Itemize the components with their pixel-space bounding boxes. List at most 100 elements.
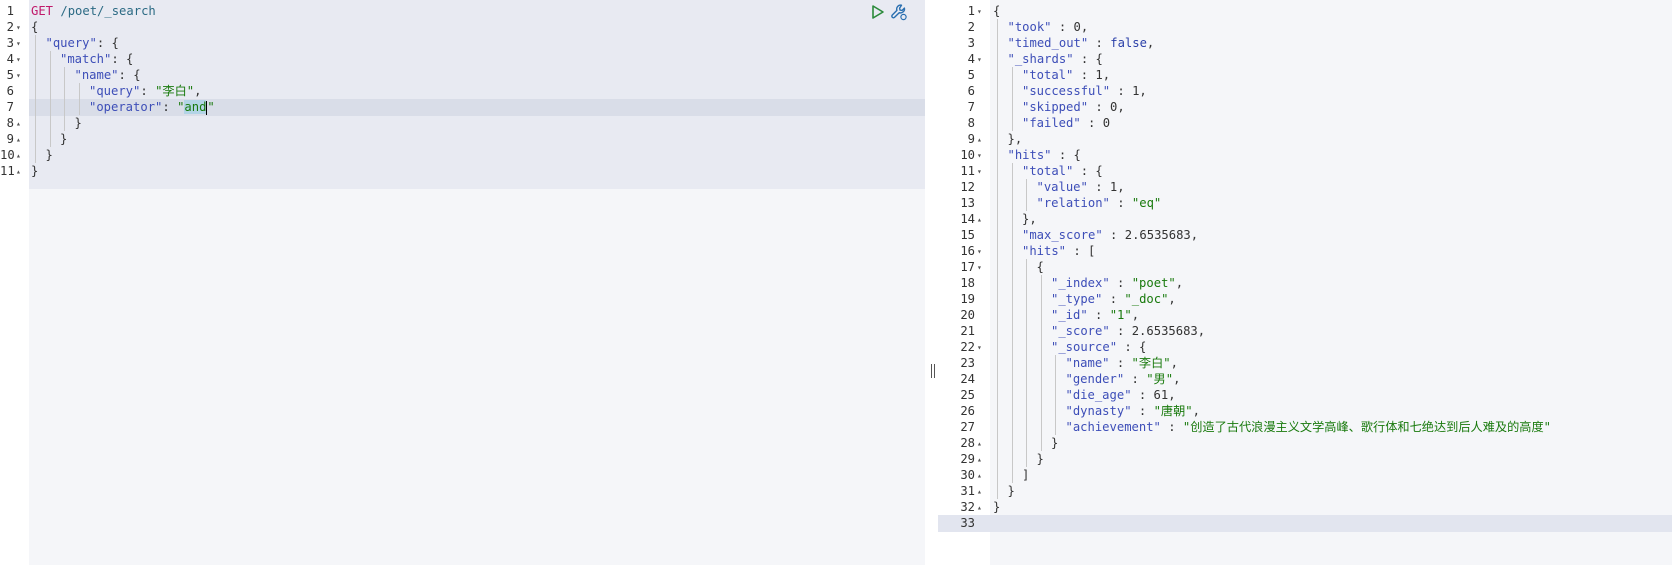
line-number-text: 25 [960,388,975,402]
fold-collapse-icon[interactable]: ▾ [977,51,982,68]
code-line: "total" : 1, [1022,67,1110,84]
indent-guide [1026,259,1027,467]
code-line: "timed_out" : false, [1008,35,1155,52]
line-number-text: 7 [967,100,975,114]
json-punctuation: : 1, [1110,84,1147,98]
json-key: "match" [60,52,112,66]
fold-expand-icon[interactable]: ▴ [16,163,21,180]
json-string: "poet" [1131,276,1176,290]
fold-collapse-icon[interactable]: ▾ [16,51,21,68]
json-punctuation: : 2.6535683, [1109,324,1206,338]
json-key: "_index" [1051,276,1110,290]
fold-collapse-icon[interactable]: ▾ [977,3,982,20]
code-line[interactable]: } [46,147,53,164]
line-number-text: 1 [967,4,975,18]
fold-expand-icon[interactable]: ▴ [16,131,21,148]
json-key: "_score" [1051,324,1110,338]
fold-collapse-icon[interactable]: ▾ [977,243,982,260]
line-number-text: 30 [960,468,975,482]
json-key: "die_age" [1065,388,1132,402]
line-number-text: 32 [960,500,975,514]
code-line: "_type" : "_doc", [1051,291,1176,308]
line-number-text: 14 [960,212,975,226]
json-key: "_id" [1051,308,1088,322]
code-line[interactable]: "query": "李白", [89,83,201,100]
json-key: "_shards" [1007,52,1074,66]
line-number-text: 10 [960,148,975,162]
fold-collapse-icon[interactable]: ▾ [977,259,982,276]
line-number-text: 12 [960,180,975,194]
code-line: "_id" : "1", [1051,307,1139,324]
request-editor-pane[interactable]: 1 GET /poet/_search 2 ▾{3 ▾ "query": {4 ▾ "matc… [0,0,925,565]
fold-collapse-icon[interactable]: ▾ [16,19,21,36]
json-punctuation: : 2.6535683, [1102,228,1199,242]
play-icon[interactable] [871,4,885,20]
json-punctuation: : [1087,308,1110,322]
json-punctuation: : 1, [1087,180,1125,194]
line-number-text: 26 [960,404,975,418]
json-punctuation: , [1192,404,1200,418]
code-line: "relation" : "eq" [1037,195,1162,212]
fold-collapse-icon[interactable]: ▾ [977,147,982,164]
code-line[interactable]: "operator": "and" [89,99,215,116]
line-number-text: 15 [960,228,975,242]
json-punctuation: : { [111,52,134,66]
fold-expand-icon[interactable]: ▴ [977,131,982,148]
json-string: "eq" [1131,196,1162,210]
json-key: "value" [1036,180,1088,194]
json-string: "李白" [155,84,195,98]
line-number-text: 24 [960,372,975,386]
line-number-text: 11 [960,164,975,178]
json-punctuation: , [1168,292,1176,306]
json-punctuation: { [31,20,39,34]
code-line[interactable]: } [31,163,38,180]
active-line-highlight [938,515,1672,532]
json-key: "total" [1022,164,1074,178]
fold-collapse-icon[interactable]: ▾ [16,35,21,52]
code-line[interactable]: "query": { [46,35,119,52]
json-punctuation: : [1160,420,1183,434]
line-number-text: 7 [6,100,14,114]
drag-grip-icon[interactable] [931,364,935,378]
indent-guide [49,51,51,147]
fold-expand-icon[interactable]: ▴ [977,483,982,500]
fold-expand-icon[interactable]: ▴ [977,451,982,468]
json-key: "name" [1065,356,1110,370]
code-line[interactable]: { [31,19,38,36]
json-punctuation: : { [1073,164,1103,178]
indent-guide [1055,355,1056,435]
line-number-text: 10 [0,148,15,162]
code-line: "max_score" : 2.6535683, [1022,227,1198,244]
pane-resize-handle[interactable] [926,0,938,565]
json-key: "failed" [1022,116,1081,130]
code-line: "_index" : "poet", [1051,275,1183,292]
code-line: { [993,3,1000,20]
json-key: "_type" [1051,292,1103,306]
json-key: "hits" [1022,244,1067,258]
http-method: GET [31,4,54,18]
fold-expand-icon[interactable]: ▴ [977,435,982,452]
code-line[interactable]: "match": { [60,51,133,68]
code-line[interactable]: } [75,115,82,132]
json-key: "successful" [1022,84,1111,98]
fold-expand-icon[interactable]: ▴ [16,115,21,132]
json-punctuation: , [1175,276,1184,290]
code-line[interactable]: "name": { [75,67,141,84]
fold-expand-icon[interactable]: ▴ [977,499,982,516]
fold-expand-icon[interactable]: ▴ [16,147,21,164]
code-line[interactable]: GET /poet/_search [31,3,156,20]
json-punctuation: }, [1022,212,1037,226]
line-number-text: 2 [967,20,975,34]
line-number-text: 18 [960,276,975,290]
fold-expand-icon[interactable]: ▴ [977,467,982,484]
fold-expand-icon[interactable]: ▴ [977,211,982,228]
fold-collapse-icon[interactable]: ▾ [977,339,982,356]
code-line[interactable]: } [60,131,67,148]
code-line: "skipped" : 0, [1022,99,1125,116]
fold-collapse-icon[interactable]: ▾ [16,67,21,84]
json-punctuation: : 0, [1051,20,1089,34]
line-number-text: 31 [960,484,975,498]
wrench-icon[interactable] [890,3,908,21]
indent-guide [1011,67,1013,131]
fold-collapse-icon[interactable]: ▾ [977,163,982,180]
